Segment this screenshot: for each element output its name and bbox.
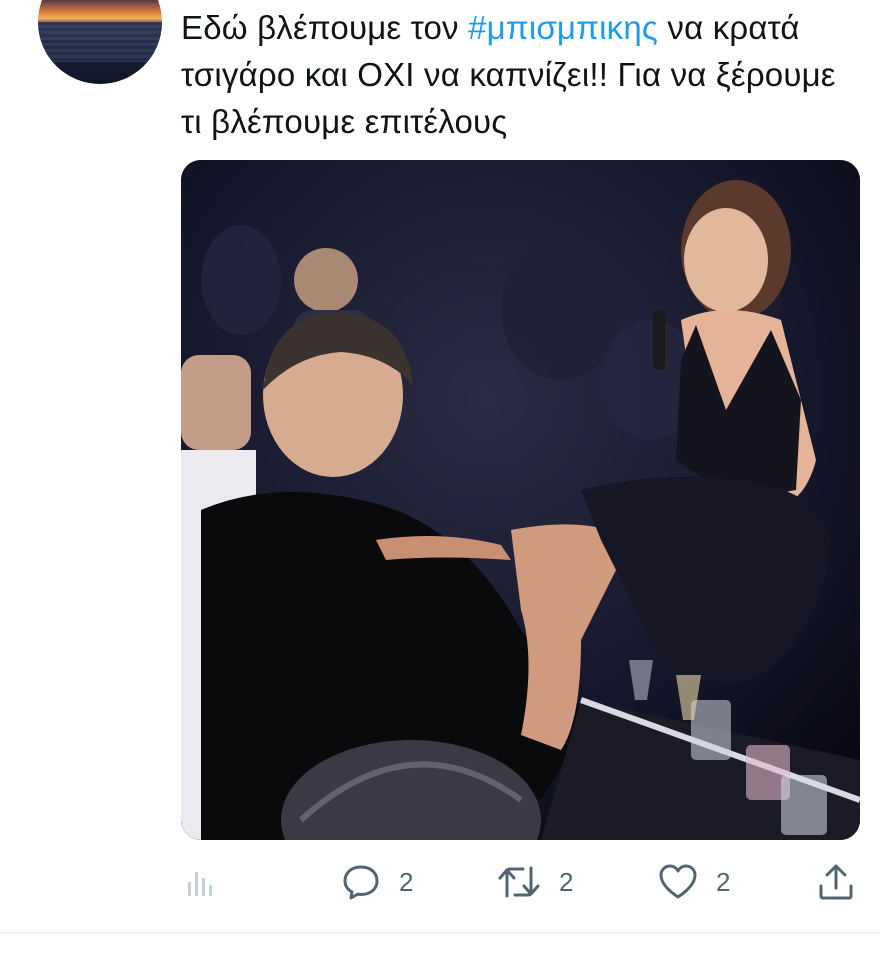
retweet-count: 2 (559, 866, 574, 897)
views-button[interactable] (186, 858, 218, 906)
tweet-text: Εδώ βλέπουμε τον #μπισμπικης να κρατά τσ… (181, 4, 861, 145)
heart-icon (659, 864, 697, 899)
like-button[interactable]: 2 (658, 858, 730, 906)
share-icon (819, 864, 853, 900)
share-button[interactable] (817, 858, 855, 906)
reply-count: 2 (399, 866, 414, 897)
tweet-actions: 2 2 2 (0, 858, 880, 906)
user-avatar[interactable] (38, 0, 162, 84)
photo-scene (181, 160, 860, 840)
tweet-photo[interactable] (181, 160, 860, 840)
retweet-button[interactable]: 2 (497, 858, 573, 906)
tweet-divider (0, 932, 880, 933)
avatar-sea-image (38, 22, 162, 62)
bar-chart-icon (188, 872, 212, 896)
like-count: 2 (716, 866, 731, 897)
hashtag-link[interactable]: #μπισμπικης (468, 9, 658, 46)
tweet-text-part-1: Εδώ βλέπουμε τον (181, 9, 469, 46)
speech-bubble-icon (343, 865, 379, 900)
retweet-icon (498, 866, 540, 898)
reply-button[interactable]: 2 (341, 858, 413, 906)
